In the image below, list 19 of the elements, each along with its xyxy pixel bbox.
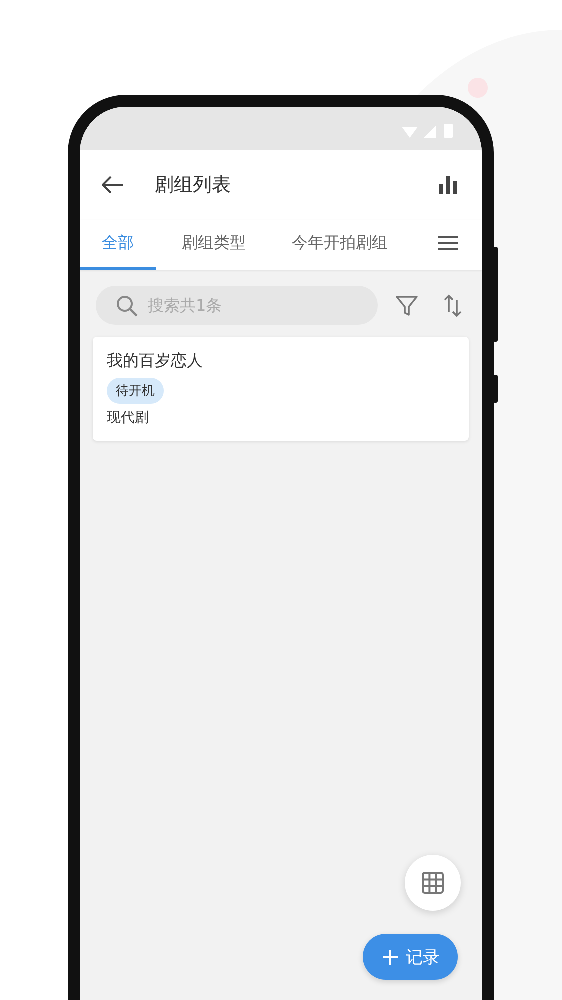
search-field[interactable]: 搜索共1条 xyxy=(96,286,378,325)
page-title: 剧组列表 xyxy=(155,173,232,198)
tab[interactable]: 今年开拍剧组 xyxy=(272,220,408,270)
tab[interactable]: 全部 xyxy=(80,220,156,270)
crew-title: 我的百岁恋人 xyxy=(107,351,204,372)
sort-icon[interactable] xyxy=(444,294,462,318)
grid-icon xyxy=(422,872,444,894)
genre-label: 现代剧 xyxy=(107,409,150,427)
plus-icon xyxy=(383,950,398,964)
record-button[interactable]: 记录 xyxy=(363,934,458,980)
back-arrow-icon[interactable] xyxy=(102,176,124,194)
status-tag: 待开机 xyxy=(107,378,164,404)
menu-icon[interactable] xyxy=(438,236,458,251)
bar-chart-icon[interactable] xyxy=(439,176,457,194)
filter-icon[interactable] xyxy=(396,294,418,316)
crew-card[interactable]: 我的百岁恋人 待开机 现代剧 xyxy=(93,337,469,441)
grid-button[interactable] xyxy=(405,855,461,911)
tab[interactable]: 剧组类型 xyxy=(162,220,266,270)
signal-battery-icon xyxy=(402,122,454,138)
